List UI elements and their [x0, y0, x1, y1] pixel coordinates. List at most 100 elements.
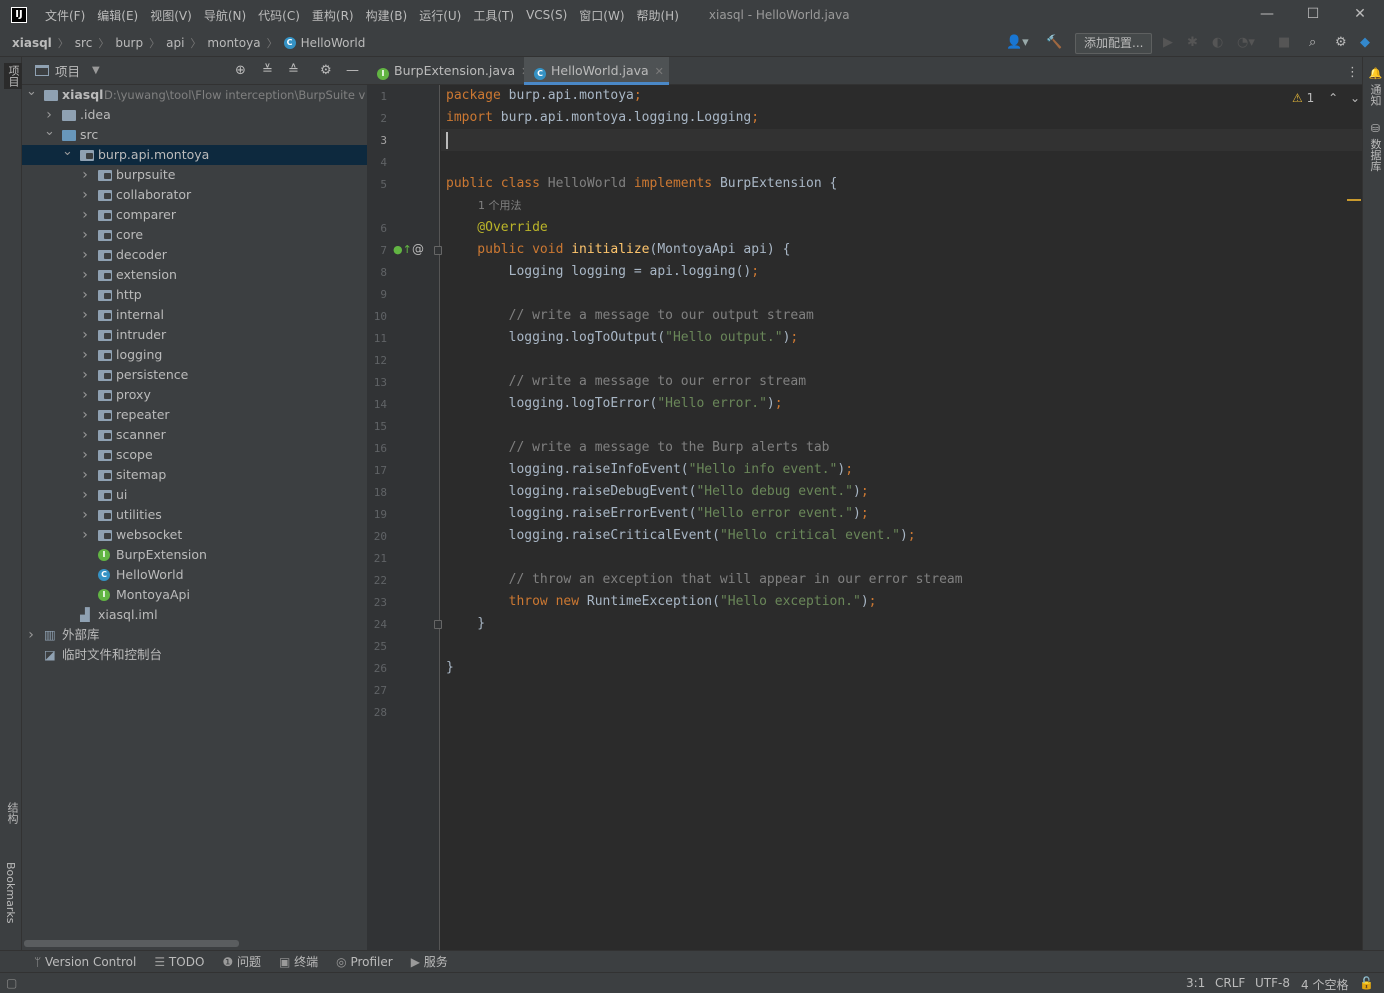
line-separator[interactable]: CRLF	[1215, 976, 1245, 990]
annotation-marker-icon[interactable]: @	[412, 242, 424, 256]
project-tool-tab[interactable]: 项目	[4, 63, 22, 89]
editor-tab[interactable]: C HelloWorld.java ✕	[524, 57, 669, 85]
bottom-tool-1[interactable]: ☰ TODO	[154, 955, 204, 969]
tree-item[interactable]: › http	[22, 285, 367, 305]
chevron-right-icon[interactable]: ›	[26, 625, 36, 645]
implements-method-icon[interactable]: ●↑	[393, 243, 412, 256]
chevron-right-icon[interactable]: ›	[80, 445, 90, 465]
structure-tool-tab[interactable]: 结构	[4, 802, 20, 824]
breadcrumb-item[interactable]: burp	[115, 36, 143, 50]
tree-item[interactable]: I BurpExtension	[22, 545, 367, 565]
tree-item[interactable]: › utilities	[22, 505, 367, 525]
project-panel-title[interactable]: 项目	[55, 61, 80, 80]
chevron-right-icon[interactable]: ›	[80, 405, 90, 425]
tree-item[interactable]: › sitemap	[22, 465, 367, 485]
fold-marker-icon[interactable]	[434, 620, 442, 629]
tree-item[interactable]: ⌄ burp.api.montoya	[22, 142, 367, 165]
bottom-tool-3[interactable]: ▣ 终端	[279, 953, 318, 970]
close-tab-icon[interactable]: ✕	[655, 65, 664, 78]
user-icon[interactable]: 👤▾	[1006, 36, 1029, 50]
chevron-right-icon[interactable]: ›	[80, 185, 90, 205]
chevron-right-icon[interactable]: ›	[80, 425, 90, 445]
menu-item-7[interactable]: 运行(U)	[413, 7, 467, 24]
tree-item[interactable]: › websocket	[22, 525, 367, 545]
menu-item-1[interactable]: 编辑(E)	[91, 7, 144, 24]
chevron-right-icon[interactable]: ›	[80, 165, 90, 185]
menu-item-6[interactable]: 构建(B)	[360, 7, 414, 24]
chevron-right-icon[interactable]: ›	[80, 265, 90, 285]
profile-icon[interactable]: ◔▾	[1237, 36, 1255, 50]
tree-item[interactable]: › scope	[22, 445, 367, 465]
indent-setting[interactable]: 4 个空格	[1301, 976, 1348, 993]
collapse-all-icon[interactable]: ≙	[288, 63, 299, 78]
bottom-tool-2[interactable]: ❶ 问题	[222, 953, 261, 970]
inspection-widget[interactable]: ⚠ 1 ⌃ ⌄	[1292, 91, 1360, 105]
breadcrumb-item[interactable]: src	[75, 36, 93, 50]
layout-toggle-icon[interactable]: ▢	[6, 976, 17, 990]
menu-item-3[interactable]: 导航(N)	[198, 7, 252, 24]
caret-position[interactable]: 3:1	[1186, 976, 1205, 990]
chevron-down-icon[interactable]: ⌄	[62, 142, 73, 162]
debug-icon[interactable]: ✱	[1187, 36, 1198, 50]
chevron-right-icon[interactable]: ›	[80, 285, 90, 305]
chevron-right-icon[interactable]: ›	[80, 345, 90, 365]
fold-marker-icon[interactable]	[434, 246, 442, 255]
chevron-right-icon[interactable]: ›	[80, 325, 90, 345]
tree-item[interactable]: ⌄ xiasql D:\yuwang\tool\Flow interception\…	[22, 82, 367, 105]
tree-item[interactable]: › collaborator	[22, 185, 367, 205]
editor-tab[interactable]: IBurpExtension.java✕	[367, 57, 530, 85]
bookmarks-tool-tab[interactable]: Bookmarks	[4, 862, 17, 923]
search-icon[interactable]: ⌕	[1309, 36, 1316, 50]
expand-all-icon[interactable]: ≚	[262, 63, 273, 78]
breadcrumb-item[interactable]: xiasql	[12, 36, 52, 50]
coverage-icon[interactable]: ◐	[1212, 36, 1223, 50]
notifications-tool-tab[interactable]: 🔔 通知	[1367, 67, 1383, 106]
chevron-right-icon[interactable]: ›	[80, 485, 90, 505]
chevron-right-icon[interactable]: ›	[80, 245, 90, 265]
lock-icon[interactable]: 🔓	[1359, 976, 1374, 990]
bottom-tool-4[interactable]: ◎ Profiler	[336, 955, 393, 969]
tree-item[interactable]: › ui	[22, 485, 367, 505]
settings-gear-icon[interactable]: ⚙	[1335, 36, 1347, 50]
chevron-right-icon[interactable]: ›	[80, 505, 90, 525]
chevron-right-icon[interactable]: ›	[80, 225, 90, 245]
tree-item[interactable]: › logging	[22, 345, 367, 365]
tree-item[interactable]: › .idea	[22, 105, 367, 125]
menu-item-8[interactable]: 工具(T)	[467, 7, 520, 24]
database-tool-tab[interactable]: ⛁ 数据库	[1367, 122, 1383, 172]
tree-item[interactable]: I MontoyaApi	[22, 585, 367, 605]
warning-stripe-marker[interactable]	[1347, 199, 1361, 201]
tree-item[interactable]: › decoder	[22, 245, 367, 265]
tree-item[interactable]: › scanner	[22, 425, 367, 445]
panel-options-gear-icon[interactable]: ⚙	[320, 63, 332, 78]
hide-panel-icon[interactable]: —	[346, 63, 359, 78]
tree-item[interactable]: › burpsuite	[22, 165, 367, 185]
add-configuration-button[interactable]: 添加配置...	[1075, 33, 1153, 54]
tree-item[interactable]: › persistence	[22, 365, 367, 385]
breadcrumb-item[interactable]: api	[166, 36, 184, 50]
chevron-down-icon[interactable]: ⌄	[44, 122, 55, 142]
tree-item[interactable]: › comparer	[22, 205, 367, 225]
bottom-tool-0[interactable]: ᛘ Version Control	[34, 955, 136, 969]
tree-item[interactable]: › proxy	[22, 385, 367, 405]
menu-item-4[interactable]: 代码(C)	[252, 7, 306, 24]
chevron-down-icon[interactable]: ▼	[92, 65, 100, 76]
tree-item[interactable]: ⌄ src	[22, 122, 367, 145]
close-button[interactable]: ✕	[1337, 0, 1383, 30]
build-hammer-icon[interactable]: 🔨	[1046, 36, 1062, 50]
chevron-right-icon[interactable]: ›	[80, 305, 90, 325]
stop-icon[interactable]: ■	[1278, 36, 1290, 50]
chevron-right-icon[interactable]: ›	[80, 525, 90, 545]
tree-item[interactable]: › repeater	[22, 405, 367, 425]
file-encoding[interactable]: UTF-8	[1255, 976, 1290, 990]
tree-item[interactable]: ◪ 临时文件和控制台	[22, 645, 367, 665]
minimize-button[interactable]: —	[1244, 0, 1290, 30]
breadcrumb-item[interactable]: montoya	[207, 36, 260, 50]
tree-item[interactable]: › extension	[22, 265, 367, 285]
chevron-right-icon[interactable]: ›	[80, 465, 90, 485]
menu-item-2[interactable]: 视图(V)	[144, 7, 198, 24]
chevron-down-icon[interactable]: ⌄	[26, 82, 37, 102]
tree-item[interactable]: ▟ xiasql.iml	[22, 605, 367, 625]
bottom-tool-5[interactable]: ▶ 服务	[411, 953, 448, 970]
tree-item[interactable]: C HelloWorld	[22, 565, 367, 585]
